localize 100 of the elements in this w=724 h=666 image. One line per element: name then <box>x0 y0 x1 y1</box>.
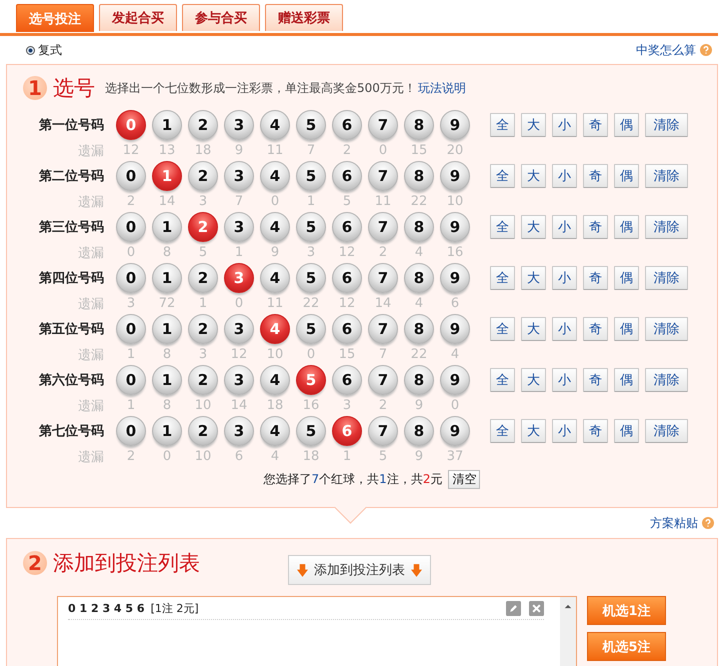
quick-select-button[interactable]: 清除 <box>645 164 688 188</box>
number-ball[interactable]: 8 <box>404 212 434 242</box>
add-to-list-button[interactable]: 添加到投注列表 <box>288 555 431 585</box>
number-ball[interactable]: 4 <box>260 263 290 293</box>
number-ball[interactable]: 0 <box>116 365 146 395</box>
quick-select-button[interactable]: 大 <box>521 113 546 137</box>
paste-link[interactable]: 方案粘贴 <box>650 514 698 532</box>
number-ball[interactable]: 9 <box>440 263 470 293</box>
quick-select-button[interactable]: 小 <box>552 368 577 392</box>
quick-select-button[interactable]: 大 <box>521 317 546 341</box>
quick-select-button[interactable]: 清除 <box>645 215 688 239</box>
number-ball[interactable]: 1 <box>152 263 182 293</box>
number-ball[interactable]: 4 <box>260 416 290 446</box>
number-ball[interactable]: 2 <box>188 263 218 293</box>
number-ball[interactable]: 1 <box>152 365 182 395</box>
help-icon[interactable] <box>702 517 714 529</box>
number-ball[interactable]: 7 <box>368 365 398 395</box>
quick-select-button[interactable]: 大 <box>521 419 546 443</box>
number-ball[interactable]: 1 <box>152 314 182 344</box>
quick-select-button[interactable]: 全 <box>490 266 515 290</box>
quick-select-button[interactable]: 大 <box>521 368 546 392</box>
quick-select-button[interactable]: 偶 <box>614 113 639 137</box>
number-ball[interactable]: 2 <box>188 314 218 344</box>
quick-select-button[interactable]: 清除 <box>645 419 688 443</box>
delete-icon[interactable] <box>529 600 544 616</box>
quick-select-button[interactable]: 全 <box>490 215 515 239</box>
number-ball[interactable]: 8 <box>404 110 434 140</box>
quick-select-button[interactable]: 奇 <box>583 317 608 341</box>
number-ball[interactable]: 2 <box>188 416 218 446</box>
number-ball[interactable]: 9 <box>440 212 470 242</box>
quick-select-button[interactable]: 偶 <box>614 317 639 341</box>
quick-select-button[interactable]: 小 <box>552 317 577 341</box>
quick-select-button[interactable]: 偶 <box>614 266 639 290</box>
number-ball[interactable]: 5 <box>296 161 326 191</box>
quick-select-button[interactable]: 小 <box>552 419 577 443</box>
number-ball[interactable]: 7 <box>368 110 398 140</box>
tab[interactable]: 赠送彩票 <box>265 4 343 31</box>
number-ball[interactable]: 1 <box>152 110 182 140</box>
number-ball[interactable]: 2 <box>188 161 218 191</box>
number-ball[interactable]: 3 <box>224 212 254 242</box>
quick-select-button[interactable]: 全 <box>490 164 515 188</box>
scrollbar[interactable] <box>560 597 576 666</box>
number-ball[interactable]: 7 <box>368 212 398 242</box>
number-ball[interactable]: 6 <box>332 314 362 344</box>
quick-select-button[interactable]: 大 <box>521 266 546 290</box>
number-ball[interactable]: 4 <box>260 110 290 140</box>
number-ball[interactable]: 0 <box>116 212 146 242</box>
number-ball[interactable]: 9 <box>440 416 470 446</box>
number-ball[interactable]: 0 <box>116 416 146 446</box>
quick-select-button[interactable]: 全 <box>490 419 515 443</box>
number-ball[interactable]: 6 <box>332 161 362 191</box>
number-ball[interactable]: 4 <box>260 365 290 395</box>
number-ball[interactable]: 3 <box>224 161 254 191</box>
help-link[interactable]: 中奖怎么算 <box>636 42 696 58</box>
number-ball[interactable]: 5 <box>296 212 326 242</box>
number-ball[interactable]: 8 <box>404 314 434 344</box>
number-ball[interactable]: 8 <box>404 365 434 395</box>
number-ball[interactable]: 6 <box>332 110 362 140</box>
quick-select-button[interactable]: 全 <box>490 368 515 392</box>
up-arrow-icon[interactable] <box>564 604 572 609</box>
number-ball[interactable]: 5 <box>296 314 326 344</box>
number-ball[interactable]: 0 <box>116 263 146 293</box>
number-ball[interactable]: 6 <box>332 365 362 395</box>
quick-select-button[interactable]: 偶 <box>614 368 639 392</box>
clear-button[interactable]: 清空 <box>448 470 480 489</box>
quick-select-button[interactable]: 大 <box>521 215 546 239</box>
quick-select-button[interactable]: 偶 <box>614 215 639 239</box>
quick-select-button[interactable]: 小 <box>552 113 577 137</box>
quick-select-button[interactable]: 清除 <box>645 266 688 290</box>
number-ball[interactable]: 1 <box>152 416 182 446</box>
number-ball[interactable]: 6 <box>332 263 362 293</box>
number-ball[interactable]: 8 <box>404 161 434 191</box>
rules-link[interactable]: 玩法说明 <box>418 80 466 96</box>
tab[interactable]: 参与合买 <box>182 4 260 31</box>
number-ball[interactable]: 9 <box>440 365 470 395</box>
tab[interactable]: 发起合买 <box>99 4 177 31</box>
number-ball[interactable]: 0 <box>116 161 146 191</box>
number-ball[interactable]: 2 <box>188 110 218 140</box>
quick-select-button[interactable]: 全 <box>490 113 515 137</box>
quick-select-button[interactable]: 全 <box>490 317 515 341</box>
number-ball[interactable]: 3 <box>224 365 254 395</box>
number-ball[interactable]: 9 <box>440 314 470 344</box>
help-icon[interactable] <box>700 44 712 56</box>
quick-select-button[interactable]: 奇 <box>583 266 608 290</box>
quick-select-button[interactable]: 奇 <box>583 164 608 188</box>
quick-select-button[interactable]: 小 <box>552 266 577 290</box>
quick-select-button[interactable]: 清除 <box>645 317 688 341</box>
number-ball[interactable]: 4 <box>260 161 290 191</box>
number-ball[interactable]: 5 <box>296 110 326 140</box>
number-ball[interactable]: 3 <box>224 110 254 140</box>
quick-select-button[interactable]: 奇 <box>583 113 608 137</box>
number-ball[interactable]: 9 <box>440 161 470 191</box>
quick-select-button[interactable]: 偶 <box>614 164 639 188</box>
number-ball[interactable]: 1 <box>152 212 182 242</box>
radio-button[interactable] <box>26 46 35 54</box>
number-ball[interactable]: 7 <box>368 263 398 293</box>
number-ball[interactable]: 5 <box>296 416 326 446</box>
quick-select-button[interactable]: 小 <box>552 164 577 188</box>
number-ball[interactable]: 7 <box>368 314 398 344</box>
edit-icon[interactable] <box>506 600 521 616</box>
